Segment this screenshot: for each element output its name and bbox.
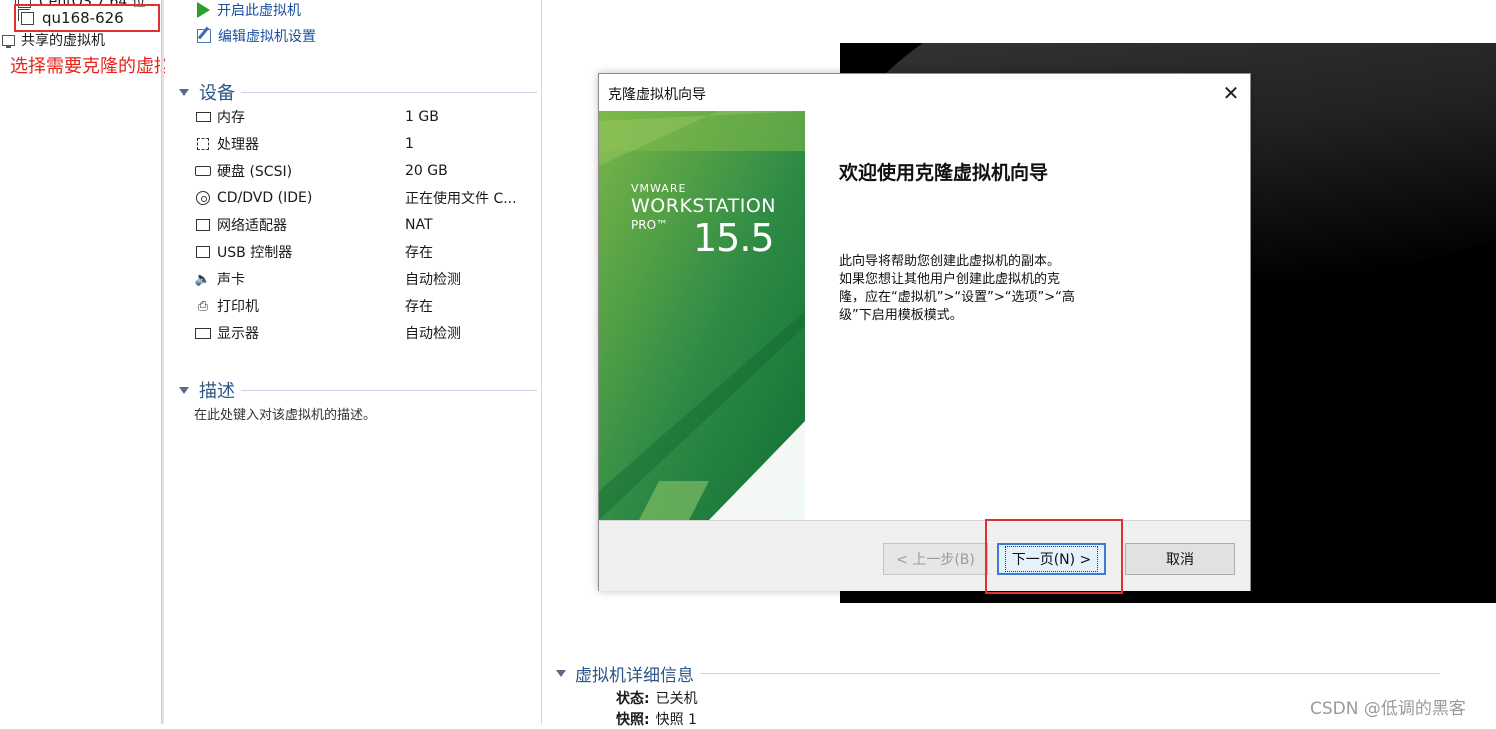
section-title: 描述 (199, 381, 235, 402)
hard-disk-icon (195, 164, 211, 178)
cd-dvd-icon (195, 191, 211, 205)
device-value: 存在 (405, 245, 433, 261)
device-name: 内存 (217, 110, 245, 126)
device-row-memory[interactable]: 内存 1 GB (195, 106, 535, 128)
brand-product: WORKSTATION (631, 195, 776, 217)
printer-icon: ⎙ (197, 298, 209, 314)
network-adapter-icon (195, 218, 211, 232)
device-value: 自动检测 (405, 272, 461, 288)
power-on-label: 开启此虚拟机 (217, 3, 301, 19)
library-tree: CentOS 7 64 位 qu168-626 共享的虚拟机 选择需要克隆的虚拟… (0, 0, 190, 724)
device-value: 正在使用文件 C... (405, 191, 517, 207)
section-divider (241, 91, 537, 93)
device-row-display[interactable]: 显示器 自动检测 (195, 322, 535, 344)
dialog-button-bar: < 上一步(B) 下一页(N) > 取消 (599, 520, 1250, 591)
body-line: 此向导将帮助您创建此虚拟机的副本。 (839, 254, 1061, 269)
vm-state-row: 状态: 已关机 (616, 688, 698, 708)
memory-icon (195, 110, 211, 124)
next-button-highlight-box (985, 519, 1123, 594)
device-row-sound-card[interactable]: 🔈 声卡 自动检测 (195, 268, 535, 290)
device-value: 存在 (405, 299, 433, 315)
dialog-title: 克隆虚拟机向导 (608, 87, 706, 103)
wizard-body-text: 此向导将帮助您创建此虚拟机的副本。 如果您想让其他用户创建此虚拟机的克 隆，应在… (839, 253, 1101, 325)
collapse-triangle-icon (179, 386, 189, 394)
usb-icon (195, 245, 211, 259)
selection-highlight-box (14, 4, 160, 32)
snapshot-value: 快照 1 (655, 712, 697, 728)
shared-vm-icon (2, 34, 15, 48)
clone-wizard-dialog: 克隆虚拟机向导 ✕ VMWARE WORKSTATION PRO™ 15.5 欢… (598, 73, 1251, 591)
edit-settings-icon (197, 29, 211, 43)
section-divider (241, 389, 537, 391)
banner-graphic (599, 111, 805, 520)
state-value: 已关机 (655, 691, 698, 707)
devices-section-header[interactable]: 设备 (179, 79, 537, 105)
brand-vendor: VMWARE (631, 182, 687, 195)
section-divider (700, 673, 1440, 674)
device-value: 自动检测 (405, 326, 461, 342)
vmware-banner: VMWARE WORKSTATION PRO™ 15.5 (599, 111, 805, 520)
body-line: 隆，应在“虚拟机”>“设置”>“选项”>“高 (839, 290, 1075, 305)
device-name: 声卡 (217, 272, 245, 288)
device-name: CD/DVD (IDE) (217, 190, 313, 206)
close-icon[interactable]: ✕ (1218, 80, 1244, 106)
state-label: 状态: (616, 691, 650, 707)
collapse-triangle-icon (179, 88, 189, 96)
description-field[interactable]: 在此处键入对该虚拟机的描述。 (194, 404, 376, 423)
device-name: 网络适配器 (217, 218, 287, 234)
device-row-network-adapter[interactable]: 网络适配器 NAT (195, 214, 535, 236)
device-value: 1 (405, 136, 414, 152)
device-row-processor[interactable]: 处理器 1 (195, 133, 535, 155)
tree-item-shared-vms[interactable]: 共享的虚拟机 (2, 30, 105, 50)
device-row-usb[interactable]: USB 控制器 存在 (195, 241, 535, 263)
play-icon (197, 2, 210, 18)
pane-divider (541, 0, 542, 724)
body-line: 级”下启用模板模式。 (839, 308, 963, 323)
tree-splitter[interactable] (161, 0, 164, 724)
processor-icon (195, 137, 211, 151)
device-name: USB 控制器 (217, 245, 293, 261)
device-name: 硬盘 (SCSI) (217, 164, 293, 180)
collapse-triangle-icon (556, 670, 566, 677)
device-name: 打印机 (217, 299, 259, 315)
watermark: CSDN @低调的黑客 (1310, 699, 1466, 719)
snapshot-label: 快照: (616, 712, 650, 728)
wizard-heading: 欢迎使用克隆虚拟机向导 (839, 162, 1049, 184)
edit-settings-link[interactable]: 编辑虚拟机设置 (197, 26, 316, 46)
sound-card-icon: 🔈 (194, 271, 212, 287)
vm-snapshot-row: 快照: 快照 1 (616, 709, 697, 729)
edit-settings-label: 编辑虚拟机设置 (218, 29, 316, 45)
tree-item-label: 共享的虚拟机 (21, 33, 105, 49)
device-row-printer[interactable]: ⎙ 打印机 存在 (195, 295, 535, 317)
description-section-header[interactable]: 描述 (179, 377, 537, 403)
device-row-hard-disk[interactable]: 硬盘 (SCSI) 20 GB (195, 160, 535, 182)
device-value: 20 GB (405, 163, 448, 179)
cancel-button[interactable]: 取消 (1125, 543, 1235, 575)
power-on-link[interactable]: 开启此虚拟机 (197, 0, 301, 20)
device-row-cd-dvd[interactable]: CD/DVD (IDE) 正在使用文件 C... (195, 187, 535, 209)
section-title: 设备 (199, 83, 235, 104)
display-icon (195, 326, 211, 340)
back-button[interactable]: < 上一步(B) (883, 543, 988, 575)
body-line: 如果您想让其他用户创建此虚拟机的克 (839, 272, 1061, 287)
device-name: 显示器 (217, 326, 259, 342)
section-title: 虚拟机详细信息 (575, 666, 694, 686)
brand-version: 15.5 (693, 216, 775, 260)
brand-edition: PRO™ (631, 218, 669, 232)
device-value: NAT (405, 217, 433, 233)
device-value: 1 GB (405, 109, 439, 125)
device-name: 处理器 (217, 137, 259, 153)
vm-summary-pane: 开启此虚拟机 编辑虚拟机设置 设备 内存 1 GB 处理器 1 硬盘 (SCSI… (165, 0, 541, 724)
vm-details-section-header[interactable]: 虚拟机详细信息 (556, 661, 1440, 686)
